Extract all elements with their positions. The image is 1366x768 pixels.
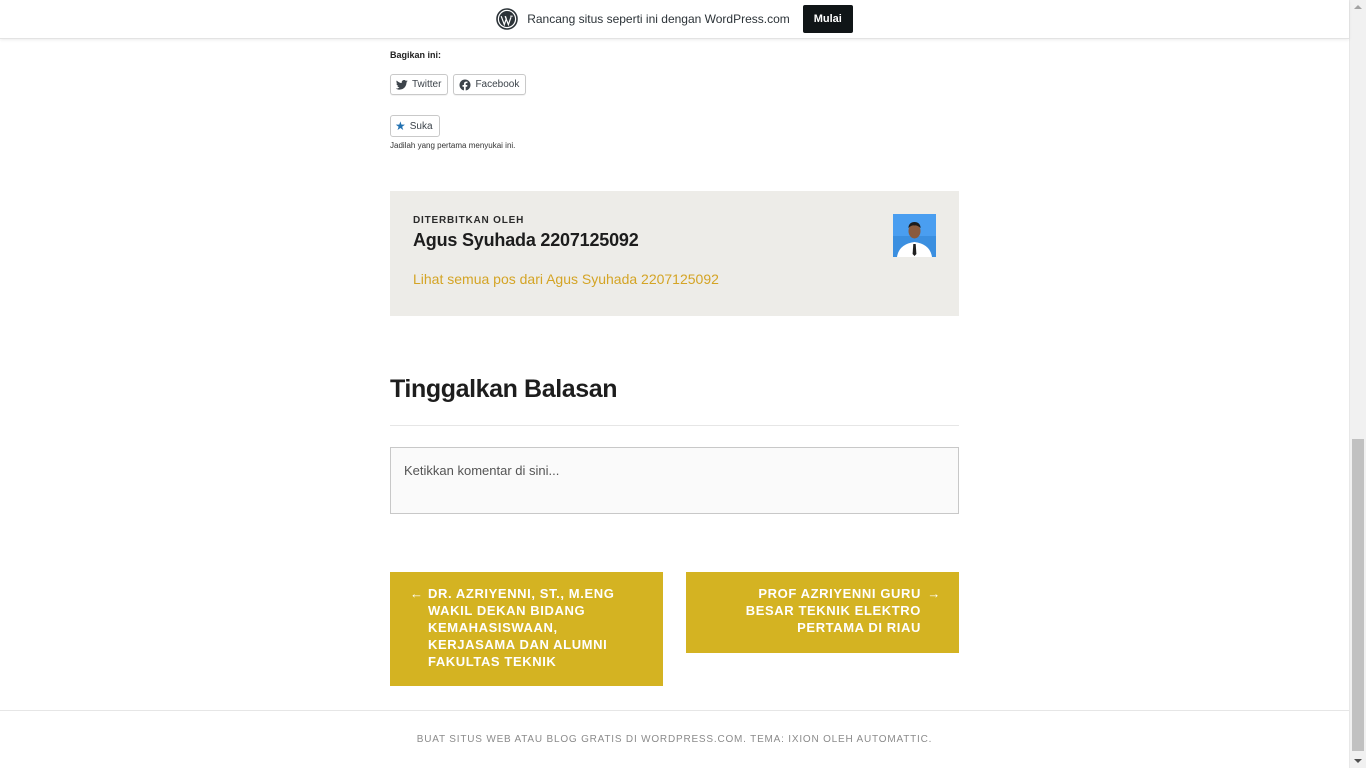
author-box: DITERBITKAN OLEH Agus Syuhada 2207125092… [390, 191, 959, 316]
like-label: Suka [409, 120, 433, 132]
wordpress-banner: Rancang situs seperti ini dengan WordPre… [0, 0, 1349, 39]
previous-post-link[interactable]: ← DR. AZRIYENNI, ST., M.ENG WAKIL DEKAN … [390, 572, 663, 686]
share-twitter-button[interactable]: Twitter [390, 74, 449, 95]
facebook-icon [459, 79, 471, 91]
author-kicker: DITERBITKAN OLEH [413, 215, 525, 226]
wordpress-logo-icon[interactable] [496, 8, 519, 30]
start-button[interactable]: Mulai [802, 5, 853, 33]
arrow-left-icon: ← [410, 586, 424, 601]
arrow-right-icon: → [927, 586, 941, 601]
scroll-up-icon[interactable] [1354, 5, 1362, 9]
page-scrollbar[interactable] [1349, 0, 1366, 768]
next-post-link[interactable]: PROF AZRIYENNI GURU BESAR TEKNIK ELEKTRO… [686, 572, 959, 653]
star-icon: ★ [395, 119, 406, 133]
author-posts-link[interactable]: Lihat semua pos dari Agus Syuhada 220712… [413, 271, 719, 287]
footer-credits[interactable]: BUAT SITUS WEB ATAU BLOG GRATIS DI WORDP… [0, 734, 1349, 745]
author-avatar[interactable] [893, 214, 936, 257]
facebook-label: Facebook [475, 79, 520, 90]
like-note: Jadilah yang pertama menyukai ini. [390, 141, 516, 150]
next-post-title: PROF AZRIYENNI GURU BESAR TEKNIK ELEKTRO… [745, 586, 921, 635]
scrollbar-thumb[interactable] [1352, 439, 1364, 751]
banner-text: Rancang situs seperti ini dengan WordPre… [527, 12, 790, 26]
like-button[interactable]: ★ Suka [390, 115, 440, 137]
previous-post-title: DR. AZRIYENNI, ST., M.ENG WAKIL DEKAN BI… [428, 586, 615, 669]
comment-input[interactable] [390, 447, 959, 514]
share-buttons: Twitter Facebook [390, 74, 527, 95]
author-name: Agus Syuhada 2207125092 [413, 230, 639, 250]
scroll-down-icon[interactable] [1354, 759, 1362, 763]
share-facebook-button[interactable]: Facebook [453, 74, 527, 95]
reply-title: Tinggalkan Balasan [390, 375, 618, 403]
reply-divider [390, 425, 959, 426]
share-title: Bagikan ini: [390, 50, 442, 60]
footer-divider [0, 710, 1349, 711]
twitter-label: Twitter [412, 79, 442, 90]
twitter-icon [396, 79, 408, 90]
